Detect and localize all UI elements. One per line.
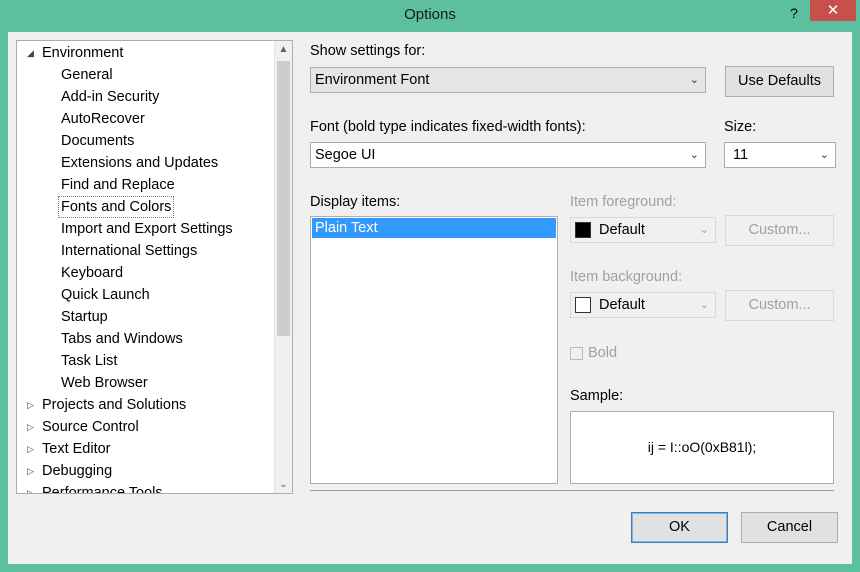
list-item[interactable]: Plain Text xyxy=(312,218,556,238)
bold-checkbox[interactable] xyxy=(570,347,583,360)
tree-item[interactable]: Import and Export Settings xyxy=(17,218,274,240)
size-dropdown[interactable]: 11 ⌄ xyxy=(724,142,836,168)
item-foreground-label: Item foreground: xyxy=(570,194,677,210)
show-settings-label: Show settings for: xyxy=(310,43,426,59)
tree-item-label: Debugging xyxy=(42,463,113,479)
tree-item[interactable]: ▷ Source Control xyxy=(17,416,274,438)
tree-item-label: Performance Tools xyxy=(42,485,163,494)
tree-item[interactable]: Add-in Security xyxy=(17,86,274,108)
tree-item-label: Text Editor xyxy=(42,441,111,457)
display-items-list[interactable]: Plain Text xyxy=(310,216,558,484)
tree-item[interactable]: ▷ Projects and Solutions xyxy=(17,394,274,416)
tree-item[interactable]: ▷ Performance Tools xyxy=(17,482,274,494)
collapsed-arrow-icon[interactable]: ▷ xyxy=(27,438,39,460)
chevron-down-icon: ⌄ xyxy=(689,149,699,161)
tree-item-label: Task List xyxy=(61,353,118,369)
foreground-swatch xyxy=(575,222,591,238)
tree-item-label: General xyxy=(61,67,113,83)
item-background-label: Item background: xyxy=(570,269,683,285)
tree-item[interactable]: Web Browser xyxy=(17,372,274,394)
tree-item-label: Projects and Solutions xyxy=(42,397,187,413)
tree-item[interactable]: AutoRecover xyxy=(17,108,274,130)
collapsed-arrow-icon[interactable]: ▷ xyxy=(27,394,39,416)
collapsed-arrow-icon[interactable]: ▷ xyxy=(27,460,39,482)
tree-item-label: International Settings xyxy=(61,243,198,259)
chevron-down-icon: ⌄ xyxy=(699,299,709,311)
tree-item[interactable]: Fonts and Colors xyxy=(17,196,274,218)
item-foreground-value: Default xyxy=(599,222,645,238)
sample-preview: ij = I::oO(0xB81l); xyxy=(570,411,834,484)
tree-item-label: Web Browser xyxy=(61,375,148,391)
show-settings-value: Environment Font xyxy=(315,72,430,88)
dialog-body: ▲ ⌄ ◢ Environment General Add-in Security Au… xyxy=(8,32,852,564)
custom-foreground-button[interactable]: Custom... xyxy=(725,215,834,246)
tree-item[interactable]: Tabs and Windows xyxy=(17,328,274,350)
tree-item-label: Import and Export Settings xyxy=(61,221,233,237)
tree-item-label: Add-in Security xyxy=(61,89,160,105)
tree-item[interactable]: Quick Launch xyxy=(17,284,274,306)
tree-item[interactable]: Keyboard xyxy=(17,262,274,284)
tree-item[interactable]: General xyxy=(17,64,274,86)
close-button[interactable]: ✕ xyxy=(810,0,856,21)
options-tree[interactable]: ▲ ⌄ ◢ Environment General Add-in Security Au… xyxy=(16,40,293,494)
tree-item[interactable]: ▷ Text Editor xyxy=(17,438,274,460)
tree-item-label: Quick Launch xyxy=(61,287,150,303)
display-items-label: Display items: xyxy=(310,194,401,210)
scroll-down-icon[interactable]: ⌄ xyxy=(275,476,292,493)
item-foreground-dropdown[interactable]: Default ⌄ xyxy=(570,217,716,243)
help-button[interactable]: ? xyxy=(781,2,807,24)
tree-item-label: Find and Replace xyxy=(61,177,175,193)
tree-item[interactable]: International Settings xyxy=(17,240,274,262)
tree-item-label: Fonts and Colors xyxy=(57,196,175,218)
tree-item[interactable]: Find and Replace xyxy=(17,174,274,196)
tree-item[interactable]: ▷ Debugging xyxy=(17,460,274,482)
ok-button[interactable]: OK xyxy=(631,512,728,543)
window-title: Options xyxy=(404,6,456,23)
tree-item[interactable]: Startup xyxy=(17,306,274,328)
bold-label: Bold xyxy=(588,345,618,361)
item-background-dropdown[interactable]: Default ⌄ xyxy=(570,292,716,318)
tree-item-label: Extensions and Updates xyxy=(61,155,219,171)
chevron-down-icon: ⌄ xyxy=(689,74,699,86)
tree-item-label: Tabs and Windows xyxy=(61,331,183,347)
font-value: Segoe UI xyxy=(315,147,376,163)
tree-item[interactable]: Documents xyxy=(17,130,274,152)
font-label: Font (bold type indicates fixed-width fo… xyxy=(310,119,586,135)
custom-background-button[interactable]: Custom... xyxy=(725,290,834,321)
tree-item-label: Startup xyxy=(61,309,108,325)
tree-item[interactable]: Extensions and Updates xyxy=(17,152,274,174)
separator xyxy=(310,490,834,491)
tree-item[interactable]: ◢ Environment xyxy=(17,42,274,64)
sample-label: Sample: xyxy=(570,388,624,404)
tree-item-label: AutoRecover xyxy=(61,111,145,127)
show-settings-dropdown[interactable]: Environment Font ⌄ xyxy=(310,67,706,93)
tree-scrollbar[interactable]: ▲ ⌄ xyxy=(274,41,292,493)
size-label: Size: xyxy=(724,119,757,135)
background-swatch xyxy=(575,297,591,313)
tree-item[interactable]: Task List xyxy=(17,350,274,372)
expanded-arrow-icon[interactable]: ◢ xyxy=(27,42,39,64)
chevron-down-icon: ⌄ xyxy=(699,224,709,236)
collapsed-arrow-icon[interactable]: ▷ xyxy=(27,416,39,438)
cancel-button[interactable]: Cancel xyxy=(741,512,838,543)
tree-item-label: Environment xyxy=(42,45,124,61)
tree-item-label: Source Control xyxy=(42,419,139,435)
tree-item-label: Documents xyxy=(61,133,135,149)
use-defaults-button[interactable]: Use Defaults xyxy=(725,66,834,97)
collapsed-arrow-icon[interactable]: ▷ xyxy=(27,482,39,493)
scroll-up-icon[interactable]: ▲ xyxy=(275,41,292,58)
size-value: 11 xyxy=(733,147,749,163)
sample-text: ij = I::oO(0xB81l); xyxy=(647,439,757,455)
scroll-thumb[interactable] xyxy=(277,61,290,336)
title-bar: Options ? ✕ xyxy=(0,0,860,32)
chevron-down-icon: ⌄ xyxy=(819,149,829,161)
tree-item-label: Keyboard xyxy=(61,265,124,281)
font-dropdown[interactable]: Segoe UI ⌄ xyxy=(310,142,706,168)
item-background-value: Default xyxy=(599,297,645,313)
